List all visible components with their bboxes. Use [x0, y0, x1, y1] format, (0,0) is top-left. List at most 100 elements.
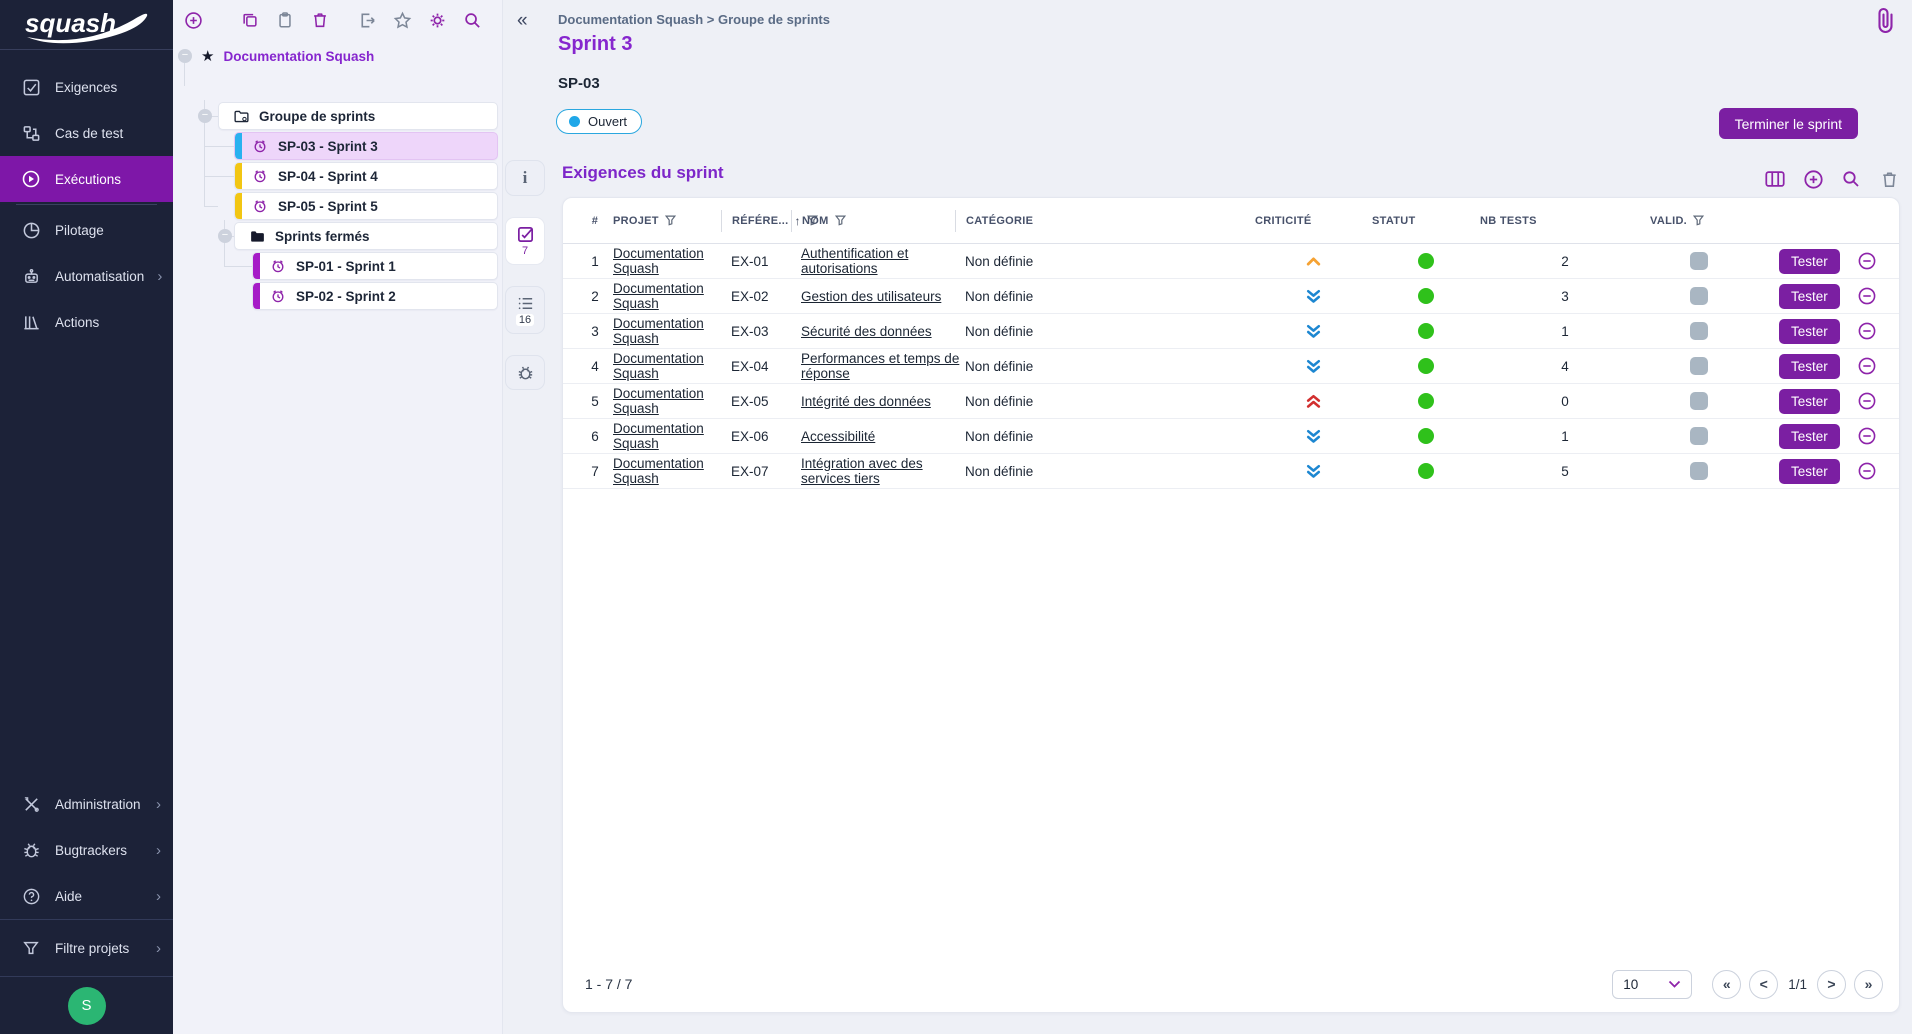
requirement-link[interactable]: Authentification et autorisations [801, 246, 965, 276]
collapse-panel-icon[interactable]: « [517, 10, 528, 32]
requirement-link[interactable]: Performances et temps de réponse [801, 351, 965, 381]
sidebar-item-actions[interactable]: Actions [0, 299, 173, 345]
chevron-down-icon [1668, 980, 1681, 989]
next-page-button[interactable]: > [1817, 970, 1846, 999]
project-link[interactable]: Documentation Squash [613, 456, 731, 486]
collapse-toggle-icon[interactable]: − [178, 49, 192, 63]
tester-button[interactable]: Tester [1779, 354, 1840, 379]
tab-test-plan[interactable]: 16 [505, 286, 545, 334]
tab-issues[interactable] [505, 355, 545, 390]
table-row[interactable]: 2 Documentation Squash EX-02 Gestion des… [563, 279, 1899, 314]
filter-funnel-icon[interactable] [665, 215, 676, 226]
requirement-link[interactable]: Accessibilité [801, 429, 875, 444]
remove-row-icon[interactable] [1857, 286, 1877, 306]
project-link[interactable]: Documentation Squash [613, 421, 731, 451]
user-avatar[interactable]: S [68, 987, 106, 1025]
requirement-link[interactable]: Intégrité des données [801, 394, 931, 409]
delete-rows-icon[interactable] [1878, 168, 1900, 190]
validation-badge [1690, 287, 1708, 305]
tester-button[interactable]: Tester [1779, 424, 1840, 449]
requirement-link[interactable]: Intégration avec des services tiers [801, 456, 965, 486]
page-size-select[interactable]: 10 [1612, 970, 1692, 999]
project-link[interactable]: Documentation Squash [613, 246, 731, 276]
remove-row-icon[interactable] [1857, 251, 1877, 271]
table-row[interactable]: 7 Documentation Squash EX-07 Intégration… [563, 454, 1899, 489]
tree-node-sp-02[interactable]: SP-02 - Sprint 2 [252, 282, 498, 310]
sidebar-item-automatisation[interactable]: Automatisation › [0, 253, 173, 299]
remove-row-icon[interactable] [1857, 426, 1877, 446]
tester-button[interactable]: Tester [1779, 284, 1840, 309]
add-node-icon[interactable] [183, 10, 203, 30]
table-row[interactable]: 4 Documentation Squash EX-04 Performance… [563, 349, 1899, 384]
project-link[interactable]: Documentation Squash [613, 386, 731, 416]
tester-button[interactable]: Tester [1779, 389, 1840, 414]
sidebar-item-aide[interactable]: Aide › [0, 873, 173, 919]
favorite-star-icon[interactable] [392, 10, 412, 30]
delete-node-icon[interactable] [310, 10, 330, 30]
last-page-button[interactable]: » [1854, 970, 1883, 999]
collapse-toggle-icon[interactable]: − [218, 229, 232, 243]
remove-row-icon[interactable] [1857, 321, 1877, 341]
remove-row-icon[interactable] [1857, 356, 1877, 376]
sidebar-item-cas-de-test[interactable]: Cas de test [0, 110, 173, 156]
import-export-icon[interactable] [357, 10, 377, 30]
tree-node-groupe-de-sprints[interactable]: Groupe de sprints [218, 102, 498, 130]
tree-node-sp-05[interactable]: SP-05 - Sprint 5 [234, 192, 498, 220]
column-header-nom[interactable]: NOM [791, 210, 965, 232]
tree-node-sp-04[interactable]: SP-04 - Sprint 4 [234, 162, 498, 190]
squash-logo[interactable]: squash [0, 0, 173, 50]
table-row[interactable]: 1 Documentation Squash EX-01 Authentific… [563, 244, 1899, 279]
sidebar-item-administration[interactable]: Administration › [0, 781, 173, 827]
tab-requirements[interactable]: 7 [505, 217, 545, 265]
search-icon[interactable] [462, 10, 482, 30]
column-header-projet[interactable]: PROJET [613, 210, 731, 232]
remove-row-icon[interactable] [1857, 461, 1877, 481]
project-link[interactable]: Documentation Squash [613, 351, 731, 381]
columns-icon[interactable] [1764, 168, 1786, 190]
column-header-categorie[interactable]: CATÉGORIE [955, 210, 1255, 232]
attachment-paperclip-icon[interactable] [1874, 6, 1898, 36]
project-link[interactable]: Documentation Squash [613, 316, 731, 346]
tree-node-sprints-fermes[interactable]: Sprints fermés [234, 222, 498, 250]
tester-button[interactable]: Tester [1779, 319, 1840, 344]
sidebar-item-pilotage[interactable]: Pilotage [0, 207, 173, 253]
tree-root-row[interactable]: − ★ Documentation Squash [178, 42, 374, 70]
column-header-criticite[interactable]: CRITICITÉ [1255, 210, 1372, 232]
requirement-link[interactable]: Sécurité des données [801, 324, 932, 339]
table-row[interactable]: 6 Documentation Squash EX-06 Accessibili… [563, 419, 1899, 454]
filter-funnel-icon[interactable] [835, 215, 846, 226]
sidebar-item-exigences[interactable]: Exigences [0, 64, 173, 110]
tree-node-sp-01[interactable]: SP-01 - Sprint 1 [252, 252, 498, 280]
table-row[interactable]: 5 Documentation Squash EX-05 Intégrité d… [563, 384, 1899, 419]
finish-sprint-button[interactable]: Terminer le sprint [1719, 108, 1858, 139]
sprint-icon [251, 167, 269, 185]
nb-tests-cell: 1 [1480, 324, 1650, 339]
paste-icon[interactable] [275, 10, 295, 30]
column-header-valid[interactable]: VALID. [1650, 210, 1747, 232]
tree-toolbar [173, 0, 502, 40]
sidebar-item-executions[interactable]: Exécutions [0, 156, 173, 202]
requirement-link[interactable]: Gestion des utilisateurs [801, 289, 941, 304]
copy-icon[interactable] [240, 10, 260, 30]
first-page-button[interactable]: « [1712, 970, 1741, 999]
tester-button[interactable]: Tester [1779, 249, 1840, 274]
tree-node-sp-03[interactable]: SP-03 - Sprint 3 [234, 132, 498, 160]
sidebar-item-filtre-projets[interactable]: Filtre projets › [0, 920, 173, 976]
column-header-num[interactable]: # [577, 210, 613, 232]
tester-button[interactable]: Tester [1779, 459, 1840, 484]
search-table-icon[interactable] [1840, 168, 1862, 190]
column-header-reference[interactable]: RÉFÉRE... ↑ [721, 210, 801, 232]
prev-page-button[interactable]: < [1749, 970, 1778, 999]
column-header-statut[interactable]: STATUT [1372, 210, 1480, 232]
breadcrumb[interactable]: Documentation Squash > Groupe de sprints [558, 12, 830, 27]
tab-information[interactable]: i [505, 160, 545, 196]
sidebar-item-bugtrackers[interactable]: Bugtrackers › [0, 827, 173, 873]
collapse-toggle-icon[interactable]: − [198, 109, 212, 123]
filter-funnel-icon[interactable] [1693, 215, 1704, 226]
project-link[interactable]: Documentation Squash [613, 281, 731, 311]
table-row[interactable]: 3 Documentation Squash EX-03 Sécurité de… [563, 314, 1899, 349]
add-row-icon[interactable] [1802, 168, 1824, 190]
settings-gear-icon[interactable] [427, 10, 447, 30]
column-header-nb-tests[interactable]: NB TESTS [1480, 210, 1650, 232]
remove-row-icon[interactable] [1857, 391, 1877, 411]
